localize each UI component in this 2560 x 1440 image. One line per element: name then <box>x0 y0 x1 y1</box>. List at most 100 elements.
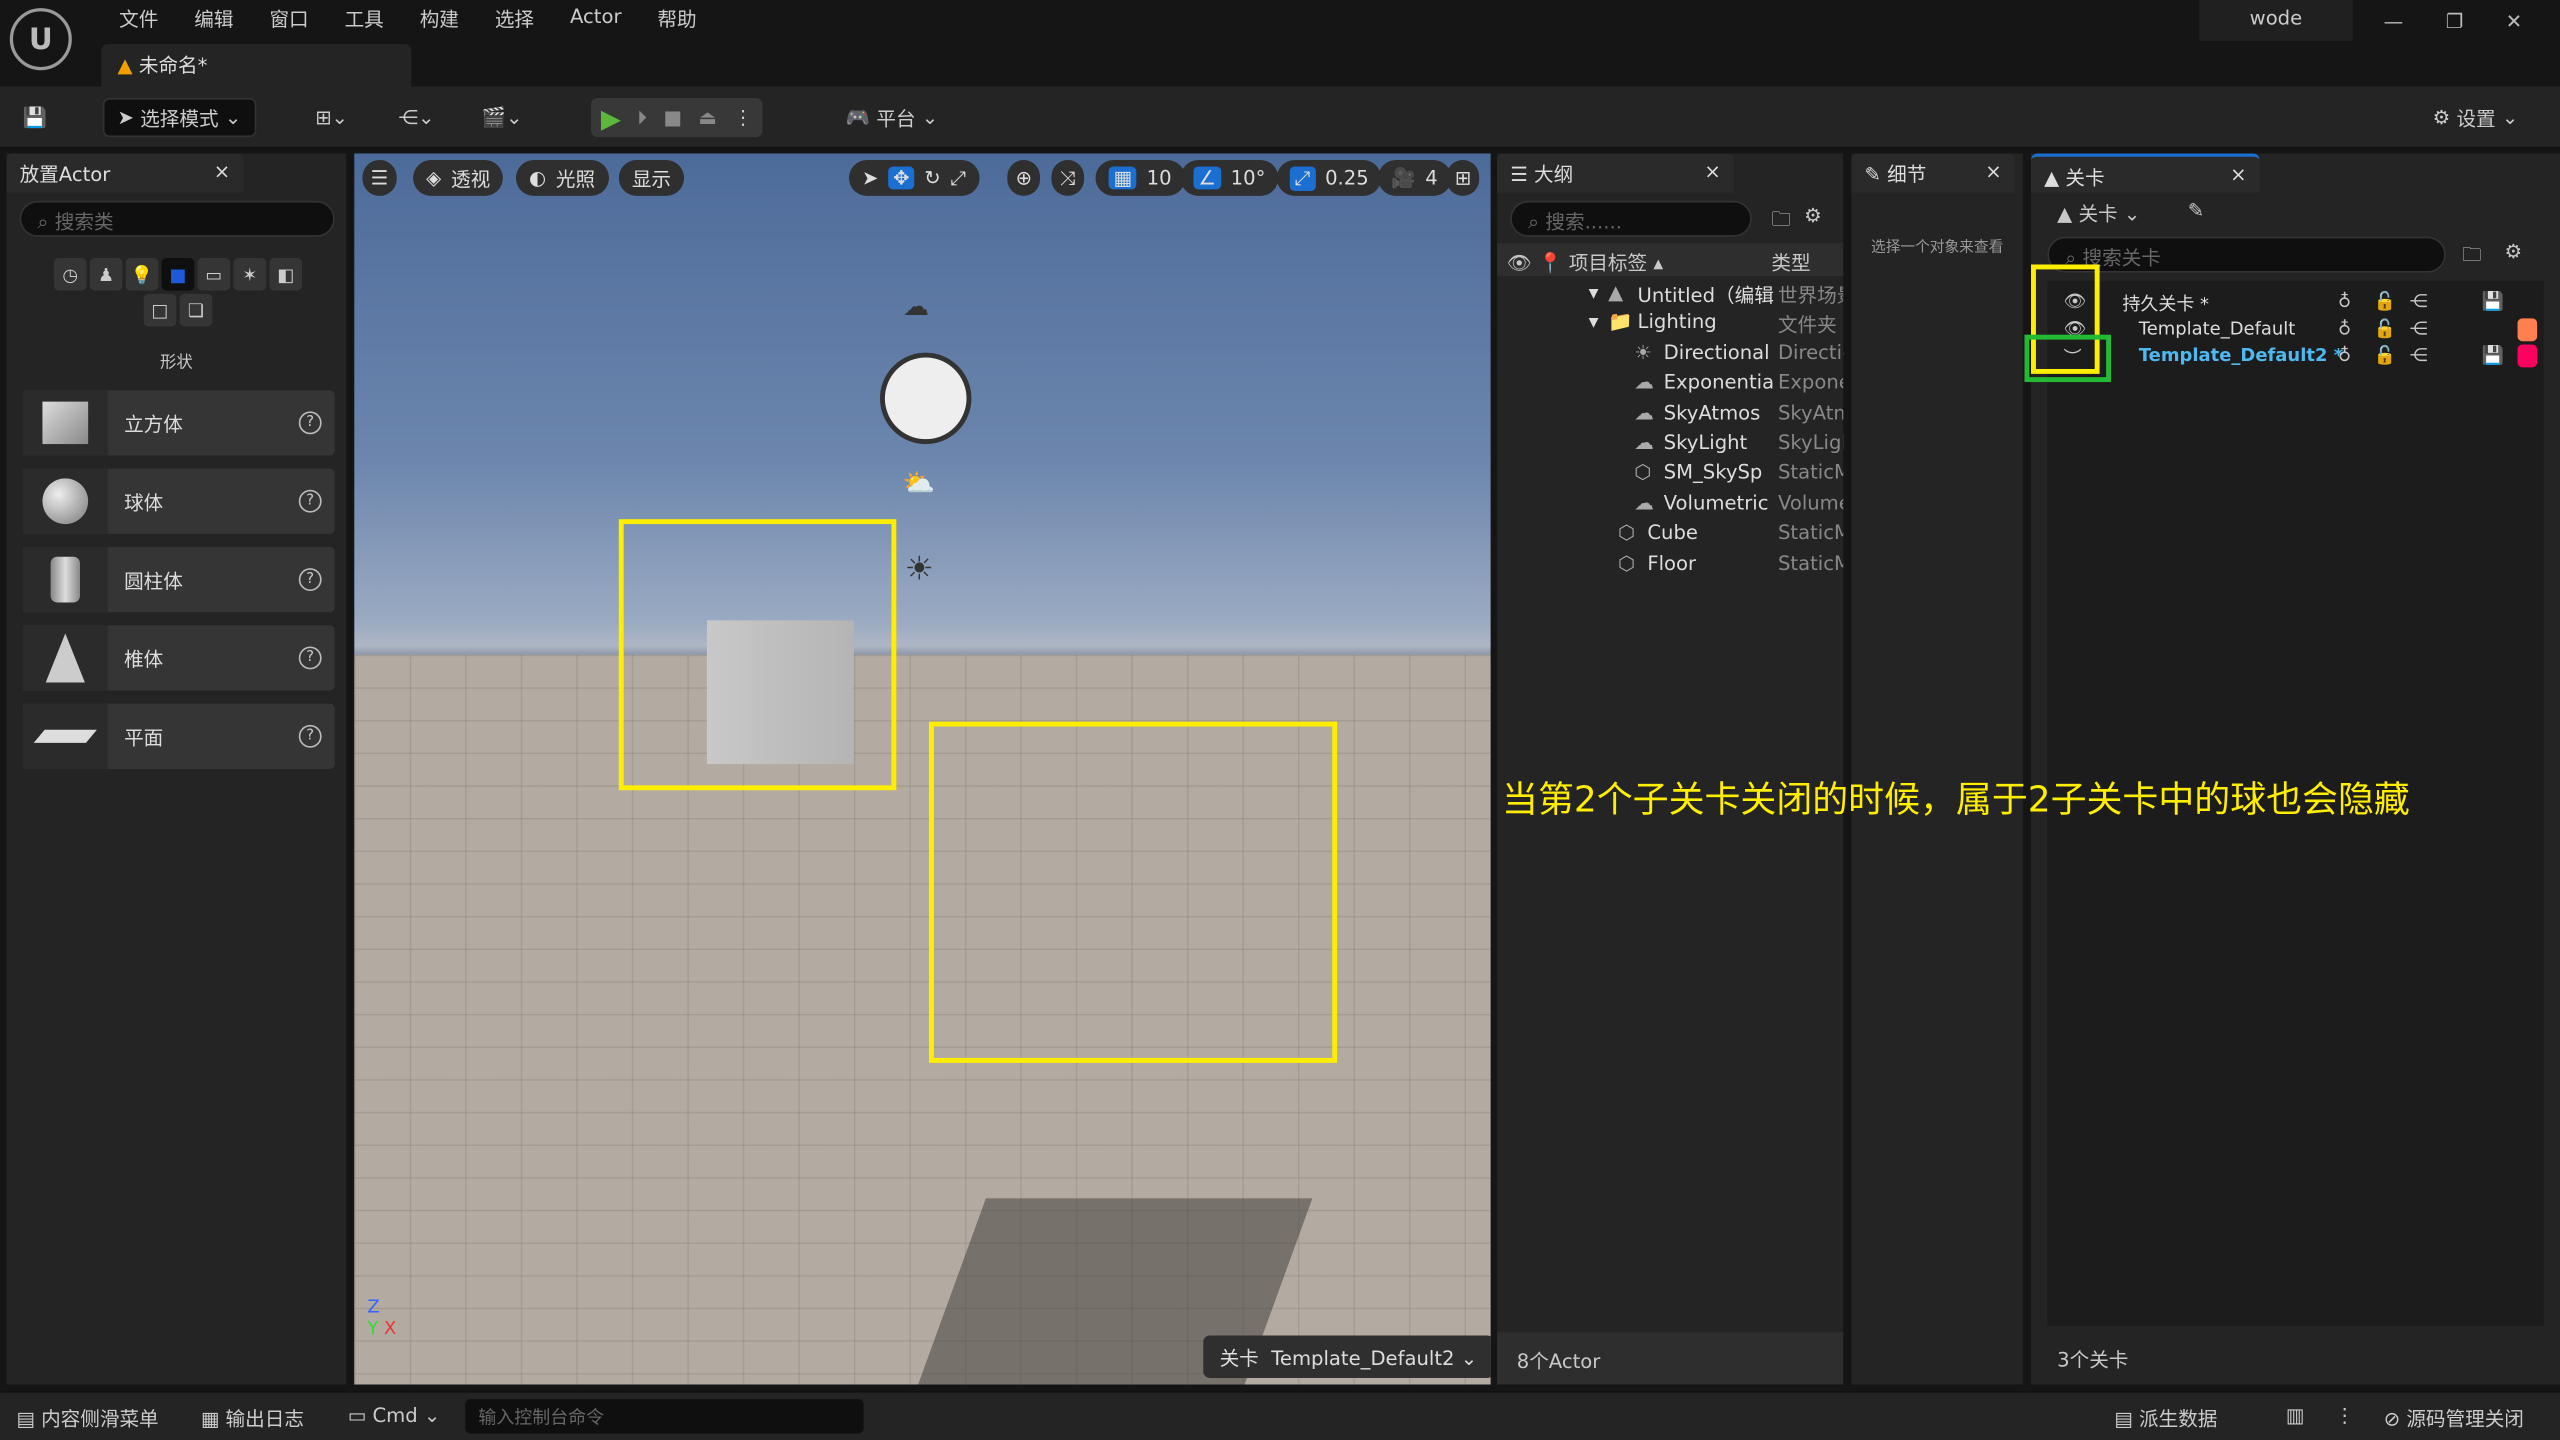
blueprint-button[interactable]: ⋲⌄ <box>398 98 434 137</box>
basic-icon[interactable]: ♟ <box>89 257 123 291</box>
rotate-icon[interactable]: ↻ <box>924 167 940 190</box>
cmd-dropdown[interactable]: ▭ Cmd ⌄ <box>348 1404 441 1427</box>
help-icon[interactable]: ? <box>298 411 322 435</box>
document-tab[interactable]: ▲ 未命名* <box>101 44 412 87</box>
outliner-row[interactable]: ▾ 📁 Lighting 文件夹 <box>1497 311 1843 340</box>
close-icon[interactable]: × <box>1985 160 2001 186</box>
levels-search-input[interactable]: ⌕ 搜索关卡 <box>2047 236 2446 273</box>
level-row[interactable]: 👁 持久关卡 * ♁ 🔓 ⋲ 💾 <box>2064 291 2554 317</box>
expander[interactable]: ▾ <box>1589 281 1599 304</box>
cinematic-icon[interactable]: ▭ <box>197 257 231 291</box>
lock-icon[interactable]: 🔓 <box>2374 291 2396 312</box>
menu-select[interactable]: 选择 <box>477 5 552 33</box>
gear-icon[interactable]: ⚙ <box>1804 204 1822 227</box>
place-actor-tab[interactable]: 放置Actor × <box>6 153 244 193</box>
lighting-button[interactable]: ◐ 光照 <box>515 159 609 196</box>
outliner-row[interactable]: ☁ ExponentiaExpone <box>1497 371 1843 400</box>
hierarchy-icon[interactable]: ⋲ <box>2410 318 2428 339</box>
level-viewport[interactable]: ☁ ⛅ ☀ ☰ ◈ 透视 ◐ 光照 显示 ➤ ✥ ↻ ⤢ ⊕ ⤨ ▦ 10 ∠ 10° ⤢ 0.… <box>354 153 1491 1385</box>
select-mode-dropdown[interactable]: ➤ 选择模式 ⌄ <box>102 97 256 138</box>
restore-icon[interactable]: ❐ <box>2446 10 2464 33</box>
output-log-button[interactable]: ▦ 输出日志 <box>201 1404 304 1432</box>
shapes-icon[interactable]: ■ <box>161 257 195 291</box>
camera-speed[interactable]: 🎥 4 <box>1377 159 1451 196</box>
perspective-button[interactable]: ◈ 透视 <box>413 159 504 196</box>
rotation-snap[interactable]: ∠ 10° <box>1180 159 1279 196</box>
step-icon[interactable]: ⏵ <box>637 105 647 129</box>
outliner-row[interactable]: ☀ Directional Directic <box>1497 341 1843 370</box>
details-tab[interactable]: ✎ 细节 × <box>1851 153 2015 193</box>
menu-tools[interactable]: 工具 <box>327 5 402 33</box>
level-row[interactable]: ︶ Template_Default2 * ♁ 🔓 ⋲ 💾 <box>2064 344 2554 370</box>
move-icon[interactable]: ✥ <box>888 166 915 190</box>
add-actor-button[interactable]: ⊞⌄ <box>315 98 348 137</box>
play-icon[interactable]: ▶ <box>601 102 621 133</box>
sky-atmosphere-icon[interactable]: ☁ <box>903 291 929 322</box>
derived-data-button[interactable]: ▤ 派生数据 <box>2114 1404 2217 1432</box>
menu-edit[interactable]: 编辑 <box>176 5 251 33</box>
outliner-row[interactable]: ☁ SkyAtmos SkyAtm <box>1497 401 1843 430</box>
volume-icon[interactable]: □ <box>143 293 177 327</box>
show-button[interactable]: 显示 <box>618 159 685 196</box>
settings-dropdown[interactable]: ⚙ 设置 ⌄ <box>2433 98 2519 137</box>
geometry-icon[interactable]: ◧ <box>269 257 303 291</box>
scale-icon[interactable]: ⤢ <box>951 166 967 190</box>
menu-actor[interactable]: Actor <box>552 5 639 33</box>
shape-item-sphere[interactable]: 球体? <box>22 468 335 534</box>
column-type[interactable]: 类型 <box>1771 248 1810 276</box>
skylight-icon[interactable]: ⛅ <box>903 467 936 498</box>
stats-icon[interactable]: ▥ <box>2286 1404 2305 1427</box>
outliner-tab[interactable]: ☰ 大纲 × <box>1497 153 1734 193</box>
class-search-input[interactable]: ⌕ 搜索类 <box>19 200 335 237</box>
eject-icon[interactable]: ⏏ <box>698 106 717 129</box>
save-icon[interactable]: 💾 <box>23 98 47 137</box>
platform-dropdown[interactable]: 🎮 平台 ⌄ <box>846 98 938 137</box>
menu-help[interactable]: 帮助 <box>639 5 714 33</box>
surface-snap-toggle[interactable]: ⤨ <box>1051 159 1084 196</box>
lock-icon[interactable]: 🔓 <box>2374 318 2396 339</box>
eye-icon[interactable]: 👁 <box>1507 251 1532 274</box>
lightbulb-icon[interactable]: ♁ <box>2338 291 2351 312</box>
close-icon[interactable]: × <box>2230 163 2246 186</box>
world-local-toggle[interactable]: ⊕ <box>1007 159 1041 196</box>
clock-icon[interactable]: ◷ <box>53 257 87 291</box>
shape-item-plane[interactable]: 平面? <box>22 703 335 769</box>
level-color-swatch[interactable] <box>2517 317 2538 341</box>
directional-light-icon[interactable] <box>879 352 972 445</box>
close-icon[interactable]: × <box>214 160 230 186</box>
viewport-menu-button[interactable]: ☰ <box>362 159 397 196</box>
close-icon[interactable]: ✕ <box>2506 10 2522 33</box>
levels-menu-dropdown[interactable]: ▲ 关卡 ⌄ <box>2057 199 2140 227</box>
shape-item-cylinder[interactable]: 圆柱体? <box>22 546 335 613</box>
help-icon[interactable]: ? <box>298 646 322 670</box>
help-icon[interactable]: ? <box>298 724 322 748</box>
outliner-row[interactable]: ▾ ▲ Untitled（编辑世界场景 <box>1497 281 1844 310</box>
shape-item-cube[interactable]: 立方体? <box>22 390 335 456</box>
cinematics-button[interactable]: 🎬⌄ <box>482 98 523 137</box>
console-input[interactable]: 输入控制台命令 <box>465 1399 864 1434</box>
menu-file[interactable]: 文件 <box>101 5 176 33</box>
edit-icon[interactable]: ✎ <box>2188 199 2204 222</box>
minimize-icon[interactable]: — <box>2384 10 2404 33</box>
outliner-search-input[interactable]: ⌕ 搜索...... <box>1510 200 1752 237</box>
pin-icon[interactable]: 📍 <box>1538 251 1562 274</box>
more-options-icon[interactable]: ⋮ <box>733 106 753 129</box>
lightbulb-icon[interactable]: ♁ <box>2338 344 2351 365</box>
more-icon[interactable]: ⋮ <box>2335 1404 2355 1427</box>
outliner-row[interactable]: ⬡ Floor StaticM <box>1497 551 1843 580</box>
light-icon[interactable]: 💡 <box>125 257 159 291</box>
outliner-row[interactable]: ⬡ Cube StaticM <box>1497 521 1843 550</box>
help-icon[interactable]: ? <box>298 489 322 513</box>
scale-snap[interactable]: ⤢ 0.25 <box>1276 159 1382 196</box>
level-color-swatch[interactable] <box>2517 344 2538 368</box>
grid-snap[interactable]: ▦ 10 <box>1095 159 1185 196</box>
save-icon[interactable]: 💾 <box>2482 291 2504 312</box>
hierarchy-icon[interactable]: ⋲ <box>2410 344 2428 365</box>
gear-icon[interactable]: ⚙ <box>2504 240 2522 263</box>
help-icon[interactable]: ? <box>298 568 322 592</box>
fog-icon[interactable]: ☀ <box>904 549 933 588</box>
lightbulb-icon[interactable]: ♁ <box>2338 318 2351 339</box>
hierarchy-icon[interactable]: ⋲ <box>2410 291 2428 312</box>
column-label[interactable]: 项目标签 <box>1569 251 1647 274</box>
outliner-row[interactable]: ☁ SkyLight SkyLigh <box>1497 431 1843 460</box>
